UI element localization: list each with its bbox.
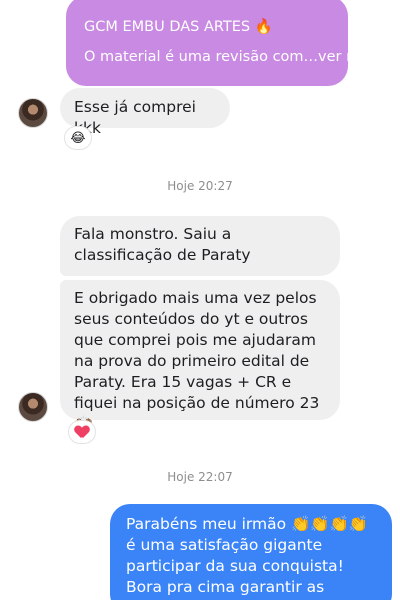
story-reply-bubble[interactable]: GCM EMBU DAS ARTES 🔥 O material é uma re… (66, 0, 381, 86)
avatar[interactable] (18, 98, 48, 128)
reaction-laughing-emoji[interactable]: 😂 (64, 126, 92, 150)
avatar[interactable] (18, 392, 48, 422)
message-bubble-outgoing[interactable]: Parabéns meu irmão 👏👏👏👏 é uma satisfação… (110, 504, 392, 600)
timestamp: Hoje 22:07 (167, 470, 233, 484)
story-reply-preview[interactable]: O material é uma revisão com…ver mais (84, 49, 381, 65)
reaction-heart[interactable] (68, 420, 96, 444)
story-reply-title: GCM EMBU DAS ARTES 🔥 (84, 19, 273, 35)
message-bubble[interactable]: E obrigado mais uma vez pelos seus conte… (60, 280, 340, 433)
chat-thread: GCM EMBU DAS ARTES 🔥 O material é uma re… (0, 0, 400, 600)
timestamp: Hoje 20:27 (167, 179, 233, 193)
message-bubble[interactable]: Fala monstro. Saiu a classificação de Pa… (60, 216, 340, 276)
message-bubble[interactable]: Esse já comprei kkk (60, 88, 230, 137)
heart-icon (75, 426, 89, 438)
